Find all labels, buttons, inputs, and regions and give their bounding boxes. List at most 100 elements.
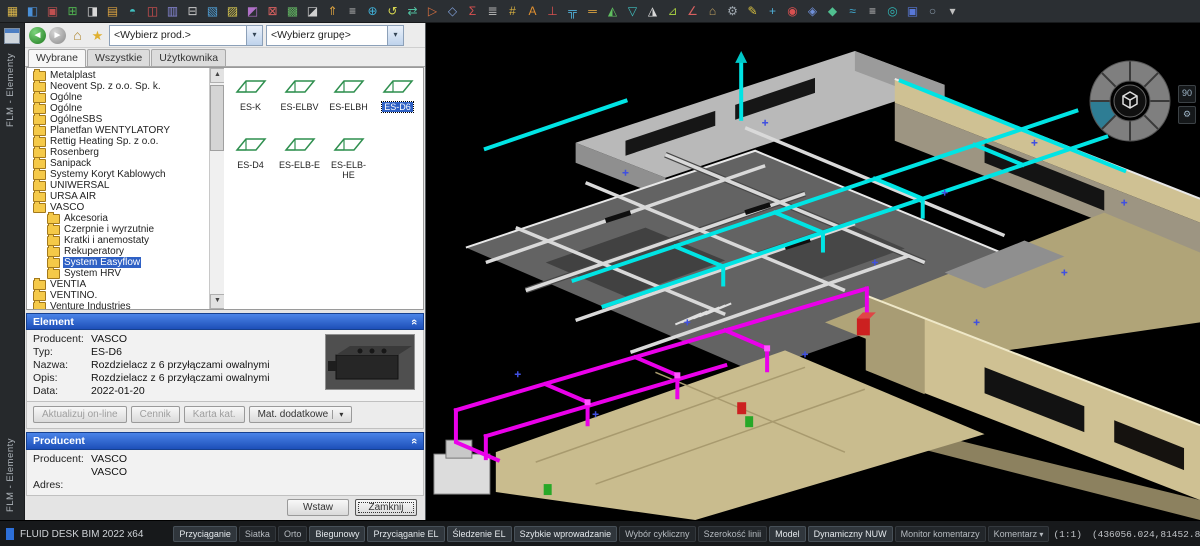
toolbar-icon[interactable]: ≡ <box>864 3 881 20</box>
group-dropdown[interactable]: <Wybierz grupę> ▾ <box>266 25 404 46</box>
statusbar-toggle[interactable]: Przyciąganie EL <box>367 526 444 542</box>
toolbar-icon[interactable]: Σ <box>464 3 481 20</box>
toolbar-icon[interactable]: ◇ <box>444 3 461 20</box>
tree-item[interactable]: Rettig Heating Sp. z o.o. <box>27 136 209 147</box>
toolbar-icon[interactable]: ▥ <box>164 3 181 20</box>
home-icon[interactable]: ⌂ <box>69 27 86 44</box>
toolbar-icon[interactable]: ⊟ <box>184 3 201 20</box>
toolbar-icon[interactable]: ▧ <box>204 3 221 20</box>
product-tile[interactable]: ES-ELBH <box>324 74 373 132</box>
toolbar-icon[interactable]: ⊿ <box>664 3 681 20</box>
statusbar-toggle[interactable]: Monitor komentarzy <box>895 526 986 542</box>
toolbar-icon[interactable]: ✎ <box>744 3 761 20</box>
tree-item[interactable]: Sanipack <box>27 158 209 169</box>
tree-item[interactable]: Ogólne <box>27 103 209 114</box>
toolbar-icon[interactable]: ▣ <box>904 3 921 20</box>
zamknij-button[interactable]: Zamknij <box>355 499 417 516</box>
wstaw-button[interactable]: Wstaw <box>287 499 349 516</box>
toolbar-icon[interactable]: ⊞ <box>64 3 81 20</box>
statusbar-toggle[interactable]: Biegunowy <box>309 526 365 542</box>
toolbar-icon[interactable]: ╦ <box>564 3 581 20</box>
statusbar-toggle[interactable]: Model <box>769 526 806 542</box>
chevron-down-icon[interactable]: ▾ <box>246 26 262 45</box>
forward-icon[interactable]: ► <box>49 27 66 44</box>
producer-dropdown[interactable]: <Wybierz prod.> ▾ <box>109 25 263 46</box>
toolbar-icon[interactable]: ◉ <box>784 3 801 20</box>
toolbar-icon[interactable]: ↺ <box>384 3 401 20</box>
toolbar-icon[interactable]: ⊕ <box>364 3 381 20</box>
toolbar-icon[interactable]: # <box>504 3 521 20</box>
toolbar-icon[interactable]: ∠ <box>684 3 701 20</box>
product-tile[interactable]: ES-D6 <box>373 74 422 132</box>
statusbar-toggle[interactable]: Dynamiczny NUW <box>808 526 893 542</box>
statusbar-toggle[interactable]: Komentarz <box>988 526 1050 542</box>
statusbar-toggle[interactable]: Szybkie wprowadzanie <box>514 526 618 542</box>
tree-item[interactable]: Rekuperatory <box>27 246 209 257</box>
toolbar-icon[interactable]: ⌂ <box>704 3 721 20</box>
toolbar-icon[interactable]: ≈ <box>844 3 861 20</box>
toolbar-icon[interactable]: ⇑ <box>324 3 341 20</box>
collapse-chevron-icon[interactable]: « <box>408 318 420 324</box>
product-tile[interactable]: ES-ELB-HE <box>324 132 373 190</box>
tree-item[interactable]: System HRV <box>27 268 209 279</box>
element-action-button[interactable]: Mat. dodatkowe <box>249 406 353 423</box>
tree-item[interactable]: Systemy Koryt Kablowych <box>27 169 209 180</box>
tree-item[interactable]: Ogólne <box>27 92 209 103</box>
statusbar-toggle[interactable]: Przyciąganie <box>173 526 237 542</box>
element-action-button[interactable]: Karta kat. <box>184 406 245 423</box>
scroll-up-icon[interactable]: ▲ <box>210 68 225 83</box>
toolbar-icon[interactable]: ≣ <box>484 3 501 20</box>
toolbar-icon[interactable]: ◩ <box>244 3 261 20</box>
tree-item[interactable]: Planetfan WENTYLATORY <box>27 125 209 136</box>
product-tile[interactable]: ES-D4 <box>226 132 275 190</box>
tree-item[interactable]: UNIWERSAL <box>27 180 209 191</box>
tree-item[interactable]: System Easyflow <box>27 257 209 268</box>
toolbar-icon[interactable]: ◮ <box>644 3 661 20</box>
tree-item[interactable]: VENTIA <box>27 279 209 290</box>
rotate-90-button[interactable]: 90 <box>1178 85 1196 103</box>
toolbar-icon[interactable]: ⇄ <box>404 3 421 20</box>
toolbar-icon[interactable]: ⚙ <box>724 3 741 20</box>
statusbar-toggle[interactable]: Wybór cykliczny <box>619 526 695 542</box>
catalog-tab[interactable]: Użytkownika <box>151 49 226 66</box>
product-tile[interactable]: ES-ELB-E <box>275 132 324 190</box>
panel-tab-icon[interactable] <box>4 28 20 44</box>
catalog-tab[interactable]: Wybrane <box>28 49 86 67</box>
element-action-button[interactable]: Aktualizuj on-line <box>33 406 127 423</box>
toolbar-icon[interactable]: ◆ <box>824 3 841 20</box>
chevron-down-icon[interactable]: ▾ <box>387 26 403 45</box>
toolbar-icon[interactable]: ▣ <box>44 3 61 20</box>
product-tile[interactable]: ES-K <box>226 74 275 132</box>
toolbar-icon[interactable]: ⊥ <box>544 3 561 20</box>
toolbar-icon[interactable]: ▤ <box>104 3 121 20</box>
toolbar-icon[interactable]: ○ <box>924 3 941 20</box>
viewport-3d[interactable]: 90 ⚙ <box>426 23 1200 520</box>
back-icon[interactable]: ◄ <box>29 27 46 44</box>
toolbar-icon[interactable]: ⊠ <box>264 3 281 20</box>
tree-item[interactable]: Metalplast <box>27 70 209 81</box>
toolbar-icon[interactable]: ◪ <box>304 3 321 20</box>
scroll-down-icon[interactable]: ▼ <box>210 294 225 309</box>
toolbar-icon[interactable]: ◈ <box>804 3 821 20</box>
navigation-wheel[interactable] <box>1086 57 1174 145</box>
tree-item[interactable]: Czerpnie i wyrzutnie <box>27 224 209 235</box>
toolbar-icon[interactable]: ▨ <box>224 3 241 20</box>
toolbar-icon[interactable]: ▩ <box>284 3 301 20</box>
tree-item[interactable]: Kratki i anemostaty <box>27 235 209 246</box>
toolbar-icon[interactable]: ▾ <box>944 3 961 20</box>
tree-item[interactable]: VASCO <box>27 202 209 213</box>
toolbar-icon[interactable]: ═ <box>584 3 601 20</box>
toolbar-icon[interactable]: ▷ <box>424 3 441 20</box>
tree-item[interactable]: VENTINO. <box>27 290 209 301</box>
toolbar-icon[interactable]: A <box>524 3 541 20</box>
statusbar-toggle[interactable]: Siatka <box>239 526 276 542</box>
toolbar-icon[interactable]: ◓ <box>124 3 141 20</box>
toolbar-icon[interactable]: ◨ <box>84 3 101 20</box>
toolbar-icon[interactable]: + <box>764 3 781 20</box>
element-action-button[interactable]: Cennik <box>131 406 180 423</box>
toolbar-icon[interactable]: ◭ <box>604 3 621 20</box>
toolbar-icon[interactable]: ≡ <box>344 3 361 20</box>
toolbar-icon[interactable]: ◎ <box>884 3 901 20</box>
gear-icon[interactable]: ⚙ <box>1178 106 1196 124</box>
toolbar-icon[interactable]: ◫ <box>144 3 161 20</box>
